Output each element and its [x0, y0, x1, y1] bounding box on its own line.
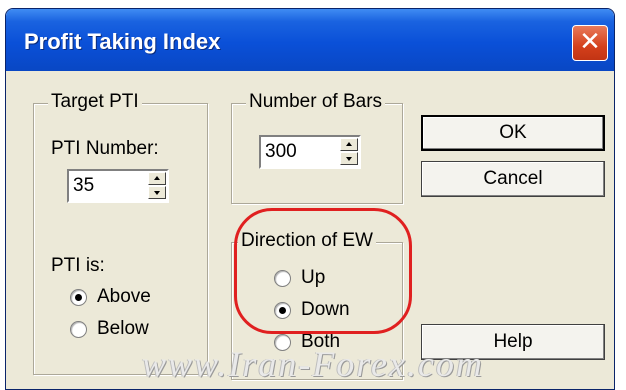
bars-up-arrow-icon[interactable] — [340, 138, 358, 151]
pti-number-label: PTI Number: — [51, 138, 159, 159]
annotation-highlight-circle — [234, 208, 412, 334]
pti-number-down-arrow-icon[interactable] — [148, 186, 166, 199]
ok-button[interactable]: OK — [421, 115, 605, 151]
close-icon: ✕ — [579, 27, 601, 57]
bars-spinner[interactable]: 300 — [259, 135, 361, 169]
radio-above-indicator[interactable] — [70, 288, 87, 306]
radio-above-label: Above — [97, 286, 151, 307]
pti-number-input[interactable]: 35 — [73, 175, 94, 197]
watermark: www.Iran-Forex.com — [142, 344, 484, 384]
title-bar[interactable]: Profit Taking Index ✕ — [6, 9, 614, 71]
radio-below-indicator[interactable] — [70, 320, 87, 338]
window-title: Profit Taking Index — [24, 29, 221, 54]
radio-below-label: Below — [97, 318, 149, 339]
target-pti-group-label: Target PTI — [48, 91, 142, 113]
number-of-bars-group-label: Number of Bars — [246, 91, 386, 113]
radio-above[interactable]: Above — [70, 286, 151, 308]
pti-number-up-arrow-icon[interactable] — [148, 172, 166, 185]
bars-down-arrow-icon[interactable] — [340, 152, 358, 165]
dialog-window: Profit Taking Index ✕ Target PTI PTI Num… — [5, 8, 615, 390]
pti-number-spinner[interactable]: 35 — [67, 169, 169, 203]
bars-input[interactable]: 300 — [265, 141, 297, 163]
radio-below[interactable]: Below — [70, 318, 149, 340]
close-button[interactable]: ✕ — [572, 25, 608, 61]
pti-is-label: PTI is: — [51, 255, 105, 276]
cancel-button[interactable]: Cancel — [421, 161, 605, 197]
